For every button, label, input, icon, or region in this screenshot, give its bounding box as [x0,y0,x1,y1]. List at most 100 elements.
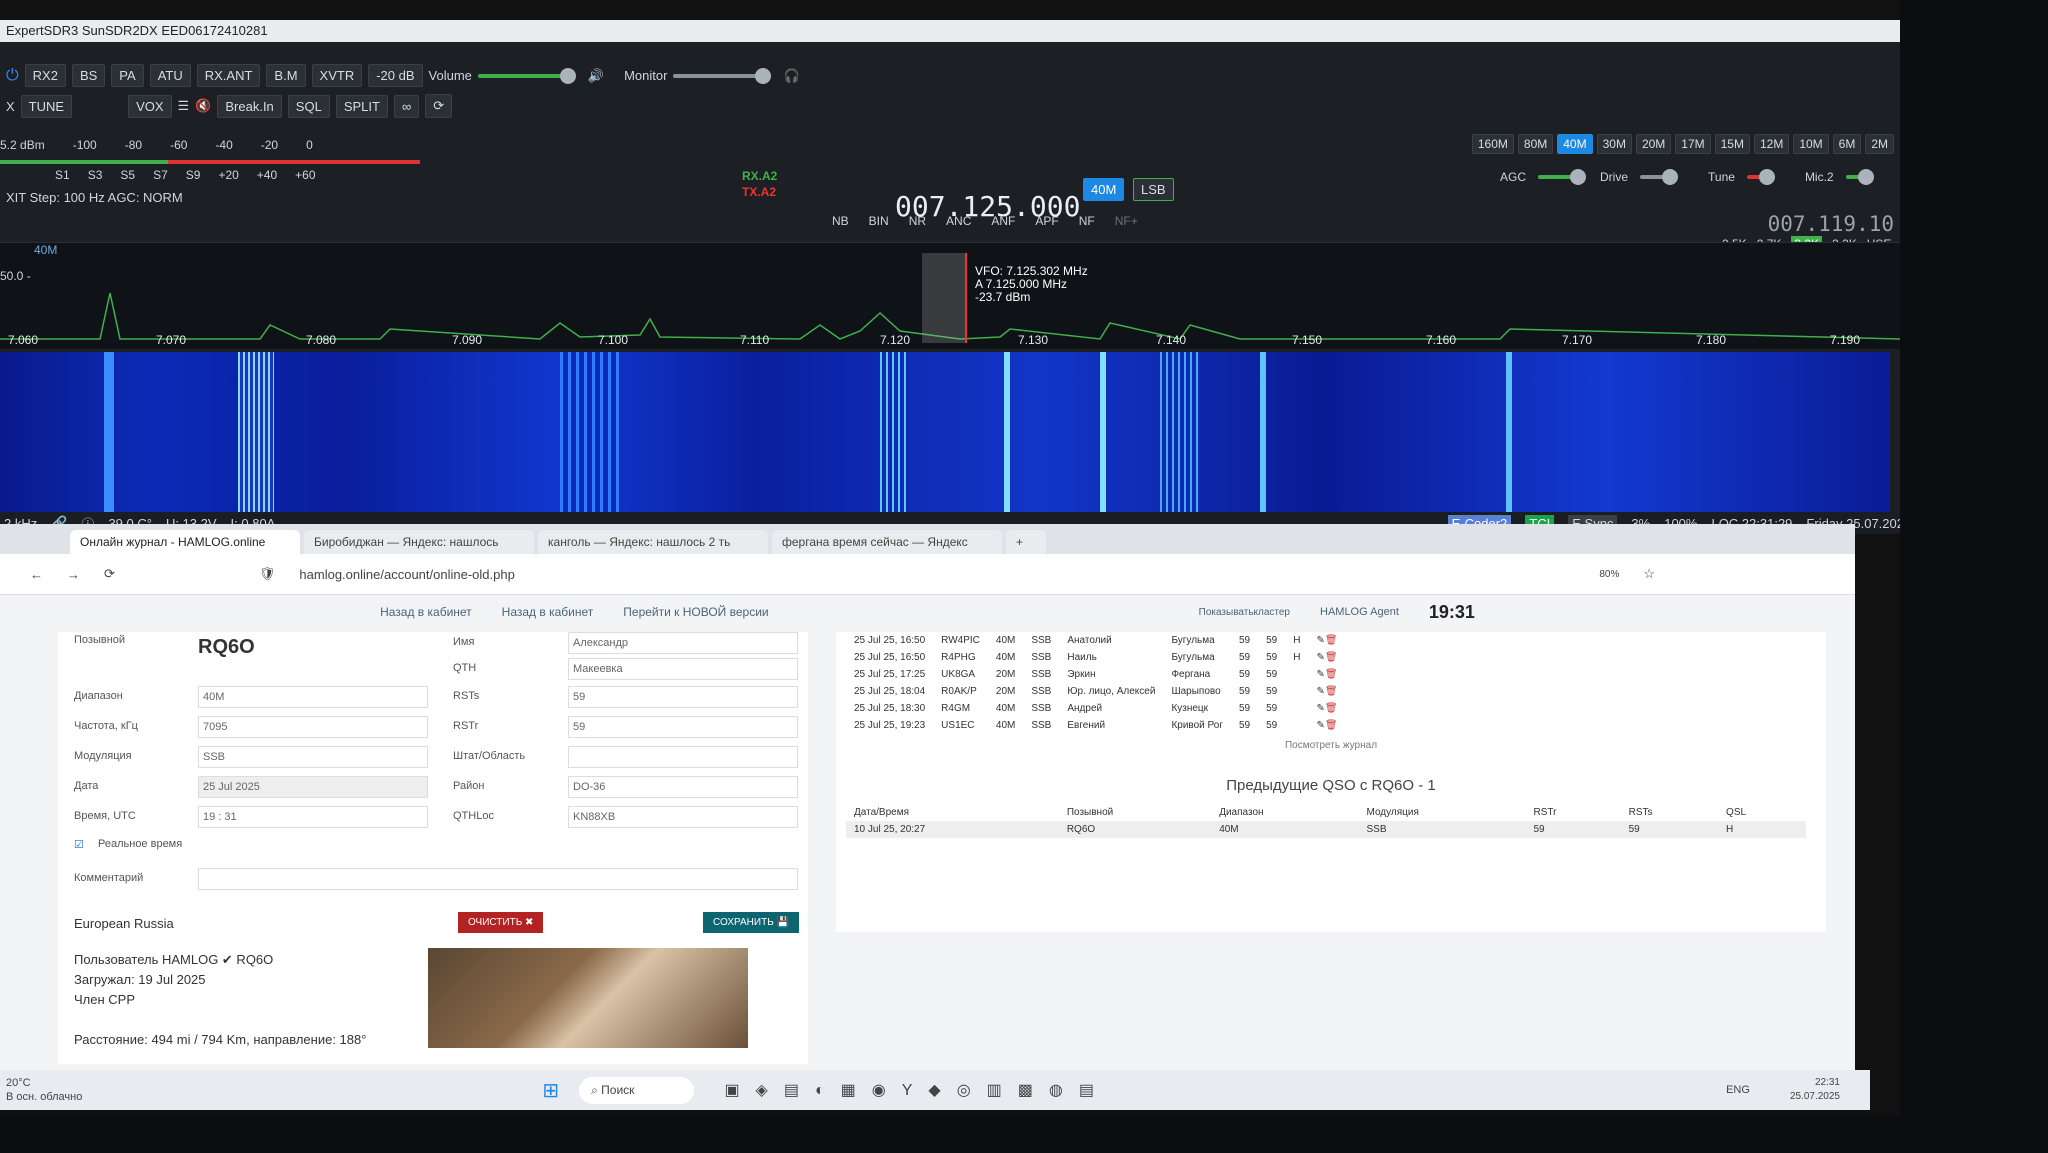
tab-hamlog[interactable]: Онлайн журнал - HAMLOG.online [70,530,300,554]
rotate-icon[interactable]: ⟳ [425,94,453,118]
bs-button[interactable]: BS [71,64,106,87]
windows-start-icon[interactable]: ⊞ [542,1078,559,1103]
drive-slider[interactable] [1640,169,1679,185]
edit-delete-icons[interactable]: ✎🗑 [1308,700,1345,717]
edit-delete-icons[interactable]: ✎🗑 [1308,717,1345,734]
band-button[interactable]: 2M [1865,134,1894,154]
power-icon[interactable]: ⏻ [6,67,19,85]
band-button-selected[interactable]: 40M [1557,134,1593,154]
agc-slider[interactable] [1538,169,1587,185]
tab-yandex-2[interactable]: канголь — Яндекс: нашлось 2 ть [538,530,768,554]
callsign-field[interactable]: RQ6O [198,636,255,659]
monitor-slider[interactable] [673,67,772,84]
tab-yandex-1[interactable]: Биробиджан — Яндекс: нашлось [304,530,534,554]
qthloc-field[interactable]: KN88XB [568,806,798,828]
edit-icon[interactable]: ✎ [1316,652,1324,663]
pa-button[interactable]: PA [111,64,144,87]
save-button[interactable]: СОХРАНИТЬ 💾 [703,912,799,933]
comment-field[interactable] [198,868,798,890]
weather-widget[interactable]: 20°C В осн. облачно [6,1076,82,1104]
delete-icon[interactable]: 🗑 [1325,635,1338,646]
pinned-app-icons[interactable]: ▣◈▤◐▦◉Y◆◎▥▩◍▤ [724,1080,1110,1100]
freq-field[interactable]: 7095 [198,716,428,738]
edit-delete-icons[interactable]: ✎🗑 [1308,683,1345,700]
log-row[interactable]: 25 Jul 25, 16:50 R4PHG 40M SSB Наиль Бугульма… [846,649,1346,666]
band-button[interactable]: 20M [1635,134,1672,154]
sql-button[interactable]: SQL [287,94,330,118]
rsts-field[interactable]: 59 [568,686,798,708]
mic-slider[interactable] [1845,169,1874,185]
xvtr-button[interactable]: XVTR [311,64,363,87]
rstr-field[interactable]: 59 [568,716,798,738]
band-button[interactable]: 160M [1471,134,1514,154]
log-row[interactable]: 25 Jul 25, 18:04 R0AK/P 20M SSB Юр. лицо, Ал… [846,683,1346,700]
time-field[interactable]: 19 : 31 [198,806,428,828]
clear-button[interactable]: ОЧИСТИТЬ ✖ [458,912,544,933]
log-row[interactable]: 25 Jul 25, 18:30 R4GM 40M SSB Андрей Кузнецк 5… [846,700,1346,717]
cluster-toggle[interactable]: Показыватькластер [1199,607,1290,618]
mode-select[interactable]: SSB [198,746,428,768]
band-button[interactable]: 80M [1517,134,1554,154]
tune-button[interactable]: TUNE [20,94,73,118]
split-button[interactable]: SPLIT [335,94,388,118]
state-field[interactable] [568,746,798,768]
realtime-checkbox[interactable]: ☑ [74,838,84,851]
delete-icon[interactable]: 🗑 [1325,686,1338,697]
edit-icon[interactable]: ✎ [1316,635,1324,646]
band-button[interactable]: 30M [1596,134,1632,154]
delete-icon[interactable]: 🗑 [1325,703,1338,714]
url-text[interactable]: hamlog.online/account/online-old.php [299,567,514,582]
edit-icon[interactable]: ✎ [1316,686,1324,697]
band-40m-button[interactable]: 40M [1083,178,1125,201]
edit-delete-icons[interactable]: ✎🗑 [1308,632,1345,649]
edit-delete-icons[interactable]: ✎🗑 [1308,649,1345,666]
prev-qso-row[interactable]: 10 Jul 25, 20:27 RQ6O 40M SSB 59 59 H [846,821,1806,838]
band-select[interactable]: 40M [198,686,428,708]
system-clock[interactable]: 22:31 25.07.2025 [1790,1076,1840,1104]
zoom-text[interactable]: 80% [1599,569,1619,580]
name-field[interactable]: Александр [568,632,798,654]
apf-button[interactable]: APF [1035,214,1058,228]
nf-button[interactable]: NF [1079,214,1095,228]
language-indicator[interactable]: ENG [1726,1084,1750,1096]
band-button[interactable]: 17M [1675,134,1711,154]
log-row[interactable]: 25 Jul 25, 19:23 US1EC 40M SSB Евгений Кривой… [846,717,1346,734]
attenuator-button[interactable]: -20 dB [368,64,423,87]
edit-icon[interactable]: ✎ [1316,669,1324,680]
bin-button[interactable]: BIN [869,214,889,228]
star-icon[interactable]: ☆ [1643,566,1655,582]
band-button[interactable]: 6M [1832,134,1862,154]
band-button[interactable]: 10M [1793,134,1829,154]
edit-icon[interactable]: ✎ [1316,703,1324,714]
delete-icon[interactable]: 🗑 [1325,652,1338,663]
edit-delete-icons[interactable]: ✎🗑 [1308,666,1345,683]
view-log-link[interactable]: Посмотреть журнал [836,740,1826,751]
new-tab-button[interactable]: + [1006,530,1046,554]
band-button[interactable]: 12M [1753,134,1790,154]
anf-button[interactable]: ANF [991,214,1015,228]
delete-icon[interactable]: 🗑 [1325,720,1338,731]
atu-button[interactable]: ATU [149,64,191,87]
mode-lsb-button[interactable]: LSB [1133,178,1174,201]
log-row[interactable]: 25 Jul 25, 17:25 UK8GA 20M SSB Эркин Фергана 5… [846,666,1346,683]
delete-icon[interactable]: 🗑 [1325,669,1338,680]
rx-ant-button[interactable]: RX.ANT [196,64,261,87]
date-field[interactable]: 25 Jul 2025 [198,776,428,798]
reload-icon[interactable]: ⟳ [104,566,115,582]
volume-slider[interactable] [477,67,576,84]
back-icon[interactable]: ← [30,567,43,582]
bm-button[interactable]: B.M [266,64,306,87]
nfplus-button[interactable]: NF+ [1115,214,1138,228]
sub-frequency[interactable]: 007.119.10 [1768,212,1894,236]
tune-slider[interactable] [1746,169,1775,185]
rx2-button[interactable]: RX2 [24,64,66,87]
loop-icon[interactable]: ∞ [393,94,420,118]
waterfall[interactable] [0,352,1890,522]
equalizer-icon[interactable]: ☰ [178,98,190,114]
forward-icon[interactable]: → [67,567,80,582]
back-to-cabinet-link-2[interactable]: Назад в кабинет [502,605,594,619]
shield-icon[interactable]: 🛡 [259,566,276,582]
vox-button[interactable]: VOX [128,94,172,118]
tab-yandex-3[interactable]: фергана время сейчас — Яндекс [772,530,1002,554]
qth-field[interactable]: Макеевка [568,658,798,680]
